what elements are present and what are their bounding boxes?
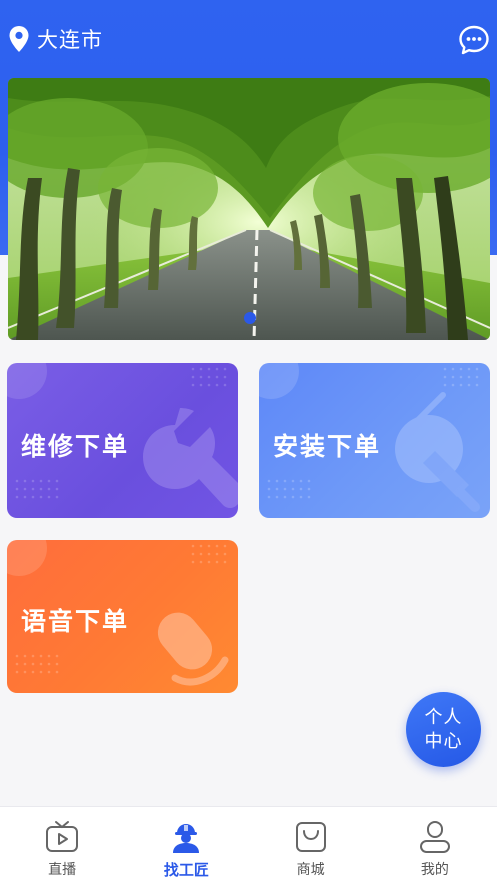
tv-play-icon [46, 821, 79, 852]
voice-order-label: 语音下单 [21, 607, 130, 636]
top-bar: 大连市 [0, 0, 497, 78]
personal-center-line1: 个人 [424, 706, 463, 728]
personal-center-line2: 中心 [424, 730, 463, 752]
city-name: 大连市 [37, 28, 103, 52]
install-order-card[interactable]: 安装下单 [259, 363, 490, 518]
personal-center-button[interactable]: 个人 中心 [406, 692, 481, 767]
tab-live[interactable]: 直播 [0, 807, 124, 883]
carousel-indicator[interactable] [244, 312, 256, 324]
install-order-label: 安装下单 [273, 432, 382, 461]
worker-helmet-icon [173, 824, 200, 853]
banner-carousel[interactable] [8, 78, 490, 340]
voice-order-card[interactable]: 语音下单 [7, 540, 238, 693]
tab-mine[interactable]: 我的 [373, 807, 497, 883]
user-profile-icon [419, 821, 450, 853]
tab-mall-label: 商城 [296, 862, 325, 878]
bottom-tab-bar: 直播 找工匠 商城 我的 [0, 806, 497, 883]
repair-order-card[interactable]: 维修下单 [7, 363, 238, 518]
tab-mine-label: 我的 [420, 862, 449, 878]
tab-find-craftsman[interactable]: 找工匠 [124, 807, 248, 883]
tree-lined-road-photo [8, 78, 490, 340]
location-pin-icon [9, 26, 29, 52]
tab-mall[interactable]: 商城 [249, 807, 373, 883]
location-selector[interactable]: 大连市 [8, 24, 103, 54]
shopping-bag-icon [295, 822, 326, 852]
tab-find-craftsman-label: 找工匠 [163, 861, 209, 879]
repair-order-label: 维修下单 [21, 432, 130, 461]
tab-live-label: 直播 [48, 862, 77, 878]
chat-bubble-icon[interactable] [458, 24, 490, 56]
